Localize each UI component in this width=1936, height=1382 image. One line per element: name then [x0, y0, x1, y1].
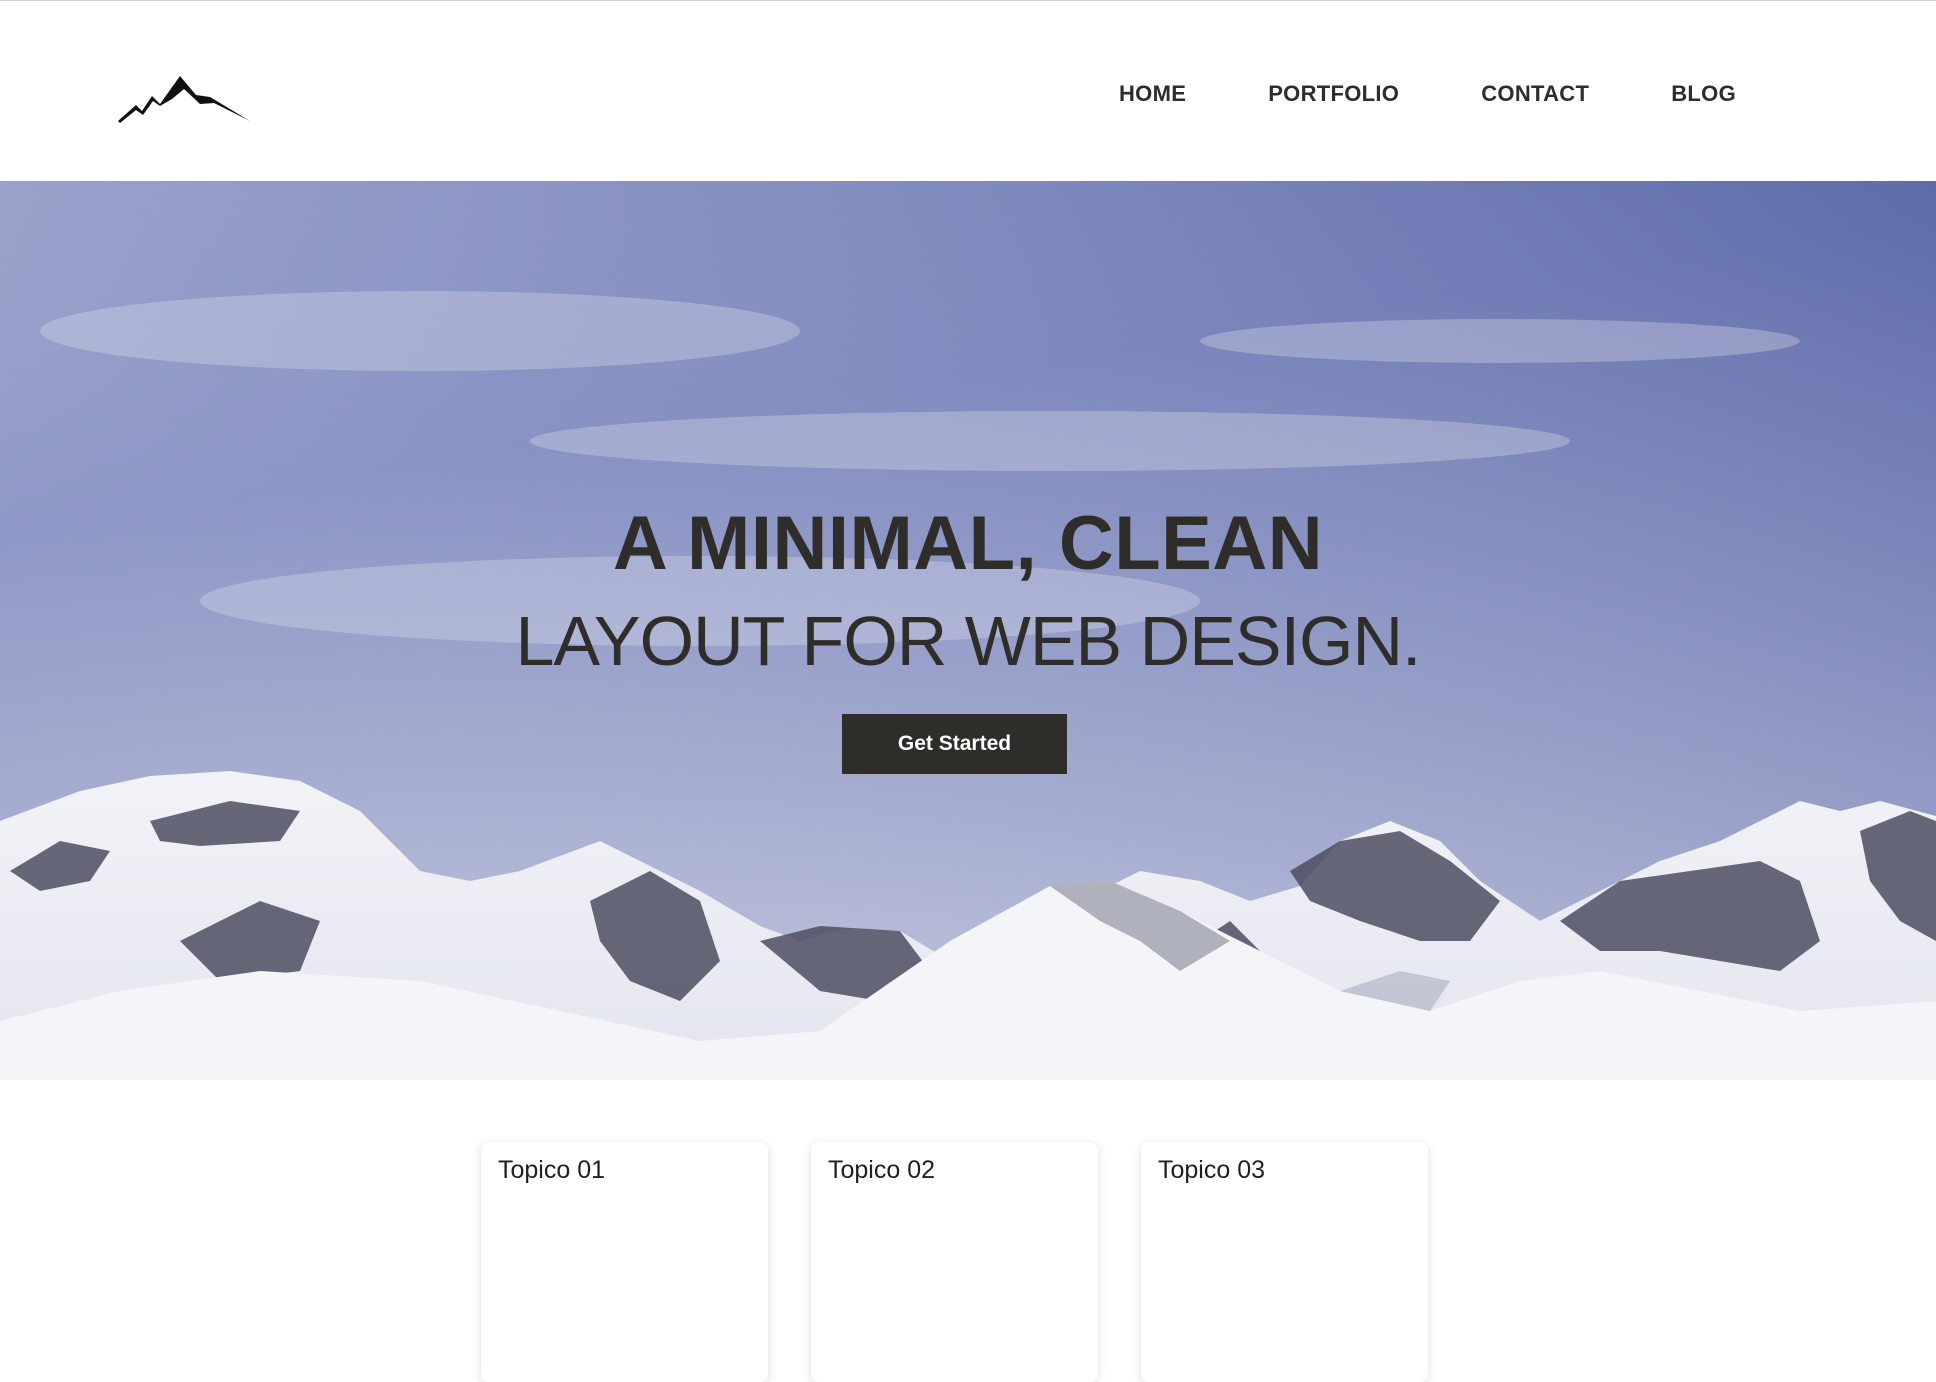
mountain-logo-icon[interactable] — [118, 71, 250, 123]
nav-blog[interactable]: BLOG — [1671, 79, 1736, 109]
hero-section: A MINIMAL, CLEAN LAYOUT FOR WEB DESIGN. … — [0, 181, 1936, 1080]
site-header: HOME PORTFOLIO CONTACT BLOG — [0, 1, 1936, 180]
nav-contact[interactable]: CONTACT — [1481, 79, 1589, 109]
get-started-button[interactable]: Get Started — [842, 714, 1067, 774]
hero-content: A MINIMAL, CLEAN LAYOUT FOR WEB DESIGN. … — [0, 181, 1936, 1080]
topics-section: Topico 01 Topico 02 Topico 03 — [0, 1080, 1936, 1382]
topic-card-title: Topico 03 — [1158, 1156, 1266, 1184]
nav-portfolio[interactable]: PORTFOLIO — [1268, 79, 1399, 109]
topic-card[interactable]: Topico 01 — [481, 1142, 768, 1382]
topic-card[interactable]: Topico 03 — [1141, 1142, 1428, 1382]
hero-subtitle: LAYOUT FOR WEB DESIGN. — [515, 602, 1422, 680]
topic-card-title: Topico 01 — [498, 1156, 606, 1184]
nav-home[interactable]: HOME — [1119, 79, 1186, 109]
topic-card[interactable]: Topico 02 — [811, 1142, 1098, 1382]
hero-title: A MINIMAL, CLEAN — [612, 501, 1324, 586]
topic-card-title: Topico 02 — [828, 1156, 936, 1184]
main-nav: HOME PORTFOLIO CONTACT BLOG — [1037, 79, 1736, 109]
